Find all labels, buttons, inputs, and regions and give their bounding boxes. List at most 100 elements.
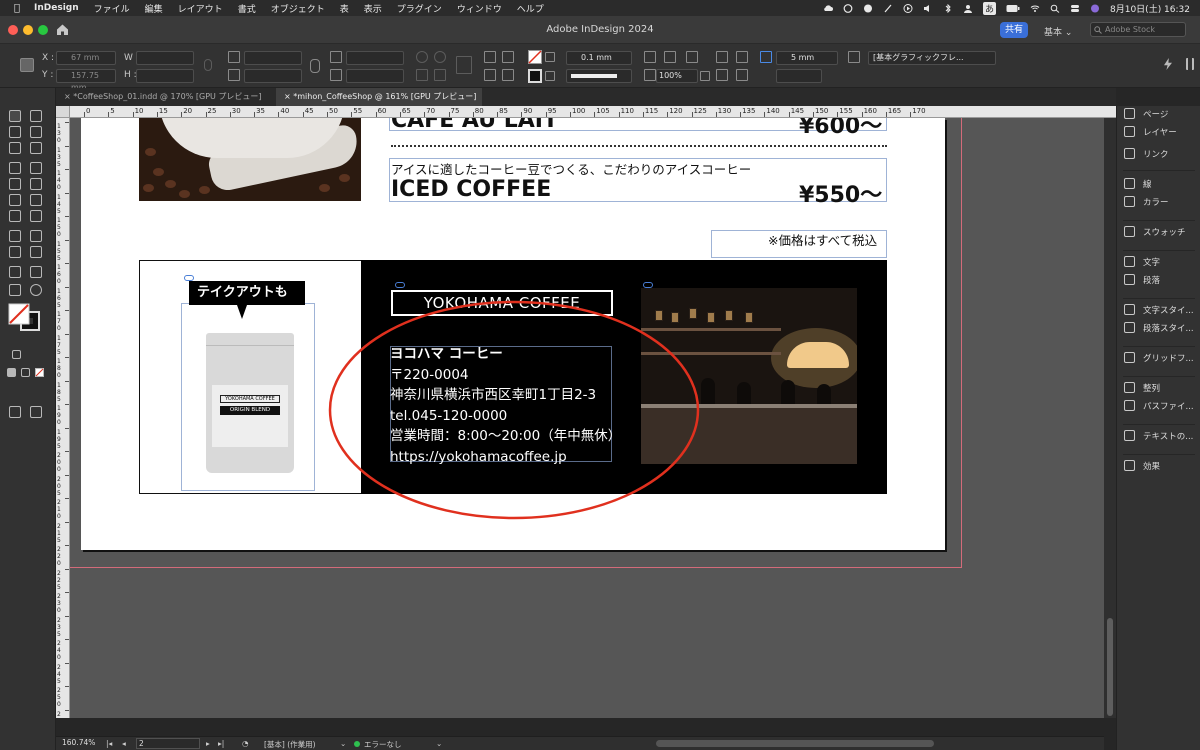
screen-mode-icon[interactable] bbox=[30, 406, 42, 418]
menu-table[interactable]: 表 bbox=[340, 2, 349, 15]
profile-label[interactable]: [基本] (作業用) bbox=[264, 739, 316, 750]
last-page-icon[interactable]: ▸| bbox=[218, 739, 224, 748]
vertical-ruler[interactable]: 130 135 140 145 150 155 160 165 170 175 180 185 190 1… bbox=[56, 118, 70, 718]
line-tool-icon[interactable] bbox=[30, 162, 42, 174]
play-icon[interactable] bbox=[903, 3, 913, 13]
panel-character[interactable]: 文字 bbox=[1117, 254, 1200, 270]
gap-field[interactable]: 5 mm bbox=[776, 51, 838, 65]
panel-pages[interactable]: ページ bbox=[1117, 106, 1200, 122]
menu-file[interactable]: ファイル bbox=[94, 2, 130, 15]
apply-none-icon[interactable] bbox=[35, 368, 44, 377]
formatting-container-icon[interactable] bbox=[12, 350, 21, 359]
shop-logo[interactable]: YOKOHAMA COFFEE bbox=[391, 290, 613, 316]
page-tool-icon[interactable] bbox=[9, 126, 21, 138]
menu-layout[interactable]: レイアウト bbox=[178, 2, 223, 15]
menu-object[interactable]: オブジェクト bbox=[271, 2, 325, 15]
document-page[interactable]: CAFE AU LAIT ¥600〜 アイスに適したコーヒー豆でつくる、こだわり… bbox=[81, 118, 945, 550]
control-center-icon[interactable] bbox=[1070, 4, 1080, 13]
scale-x-field[interactable] bbox=[244, 51, 302, 65]
drop-shadow-icon[interactable] bbox=[664, 51, 676, 63]
tab-mihon-coffeeshop[interactable]: × *mihon_CoffeeShop @ 161% [GPU プレビュー] bbox=[276, 88, 482, 106]
flip-horizontal-icon[interactable] bbox=[416, 69, 428, 81]
panel-grid-format[interactable]: グリッドフ... bbox=[1117, 350, 1200, 366]
scale-y-field[interactable] bbox=[244, 69, 302, 83]
rectangle-frame-tool-icon[interactable] bbox=[9, 194, 21, 206]
cloud-icon[interactable] bbox=[823, 4, 833, 13]
stroke-swatch[interactable] bbox=[528, 69, 542, 83]
page-options-icon[interactable]: ◔ bbox=[242, 739, 249, 748]
next-page-icon[interactable]: ▸ bbox=[206, 739, 210, 748]
content-collector-icon[interactable] bbox=[9, 142, 21, 154]
rotate-angle-icon[interactable] bbox=[330, 51, 342, 63]
corner-shape-select[interactable] bbox=[776, 69, 822, 83]
menu-help[interactable]: ヘルプ bbox=[517, 2, 544, 15]
apply-gradient-icon[interactable] bbox=[21, 368, 30, 377]
note-tool-icon[interactable] bbox=[9, 266, 21, 278]
siri-icon[interactable] bbox=[1090, 4, 1100, 13]
close-icon[interactable]: × bbox=[64, 92, 71, 101]
frame-fitting-icon[interactable] bbox=[644, 51, 656, 63]
lightning-icon[interactable] bbox=[1164, 58, 1172, 70]
panel-layers[interactable]: レイヤー bbox=[1117, 124, 1200, 140]
object-style-icon[interactable] bbox=[848, 51, 860, 63]
select-container-icon[interactable] bbox=[484, 51, 496, 63]
formatting-text-icon[interactable] bbox=[30, 350, 39, 359]
panel-stroke[interactable]: 線 bbox=[1117, 176, 1200, 192]
zoom-field[interactable]: 160.74% bbox=[60, 738, 98, 749]
panel-pathfinder[interactable]: パスファイ... bbox=[1117, 398, 1200, 414]
flip-vertical-icon[interactable] bbox=[434, 69, 446, 81]
rotate-ccw-icon[interactable] bbox=[434, 51, 446, 63]
sync-icon[interactable] bbox=[863, 4, 873, 13]
chain-link-icon[interactable] bbox=[310, 59, 320, 73]
panel-menu-icon[interactable] bbox=[1186, 58, 1194, 70]
creative-cloud-icon[interactable] bbox=[843, 3, 853, 13]
effects-fx-icon[interactable] bbox=[686, 51, 698, 63]
opacity-icon[interactable] bbox=[644, 69, 656, 81]
scale-x-icon[interactable] bbox=[228, 51, 240, 63]
cafe-interior-image[interactable] bbox=[641, 288, 857, 464]
adobe-stock-search[interactable]: Adobe Stock bbox=[1090, 22, 1186, 37]
gradient-feather-tool-icon[interactable] bbox=[30, 246, 42, 258]
content-placer-icon[interactable] bbox=[30, 142, 42, 154]
pen-tool-icon[interactable] bbox=[9, 178, 21, 190]
free-transform-tool-icon[interactable] bbox=[30, 230, 42, 242]
panel-character-styles[interactable]: 文字スタイ... bbox=[1117, 302, 1200, 318]
workspace-switcher[interactable]: 基本 ⌄ bbox=[1044, 25, 1072, 38]
select-content-icon[interactable] bbox=[502, 51, 514, 63]
menu-view[interactable]: 表示 bbox=[364, 2, 382, 15]
panel-color[interactable]: カラー bbox=[1117, 194, 1200, 210]
preflight-menu-icon[interactable]: ⌄ bbox=[436, 739, 442, 748]
gap-tool-icon[interactable] bbox=[30, 126, 42, 138]
paragraph-mark-icon[interactable] bbox=[456, 56, 472, 74]
menu-plugins[interactable]: プラグイン bbox=[397, 2, 442, 15]
zoom-tool-icon[interactable] bbox=[30, 284, 42, 296]
apply-color-icon[interactable] bbox=[7, 368, 16, 377]
close-icon[interactable]: × bbox=[284, 92, 291, 101]
panel-effects[interactable]: 効果 bbox=[1117, 458, 1200, 474]
panel-paragraph-styles[interactable]: 段落スタイ... bbox=[1117, 320, 1200, 336]
battery-icon[interactable] bbox=[1006, 4, 1020, 13]
select-previous-icon[interactable] bbox=[484, 69, 496, 81]
w-field[interactable] bbox=[136, 51, 194, 65]
rotate-cw-icon[interactable] bbox=[416, 51, 428, 63]
table-tool-icon[interactable] bbox=[9, 210, 21, 222]
menu-window[interactable]: ウィンドウ bbox=[457, 2, 502, 15]
coffee-cup-image[interactable] bbox=[139, 118, 361, 201]
chevron-right-icon[interactable] bbox=[545, 71, 555, 81]
rotate-field[interactable] bbox=[346, 51, 404, 65]
align-center-icon[interactable] bbox=[736, 51, 748, 63]
y-field[interactable]: 157.75 mm bbox=[56, 69, 116, 92]
align-left-icon[interactable] bbox=[716, 51, 728, 63]
grid-tool-icon[interactable] bbox=[30, 210, 42, 222]
pasteboard[interactable]: CAFE AU LAIT ¥600〜 アイスに適したコーヒー豆でつくる、こだわり… bbox=[70, 118, 1104, 718]
profile-dropdown-icon[interactable]: ⌄ bbox=[340, 739, 346, 748]
type-tool-icon[interactable] bbox=[9, 162, 21, 174]
chevron-right-icon[interactable] bbox=[545, 52, 555, 62]
preflight-status[interactable]: エラーなし bbox=[364, 739, 402, 750]
hand-tool-icon[interactable] bbox=[9, 284, 21, 296]
pencil-tool-icon[interactable] bbox=[30, 178, 42, 190]
normal-mode-icon[interactable] bbox=[9, 406, 21, 418]
tab-coffeeshop-01[interactable]: × *CoffeeShop_01.indd @ 170% [GPU プレビュー] bbox=[56, 88, 272, 106]
stroke-weight-field[interactable]: 0.1 mm bbox=[566, 51, 632, 65]
fill-stroke-swatches[interactable] bbox=[7, 302, 45, 334]
